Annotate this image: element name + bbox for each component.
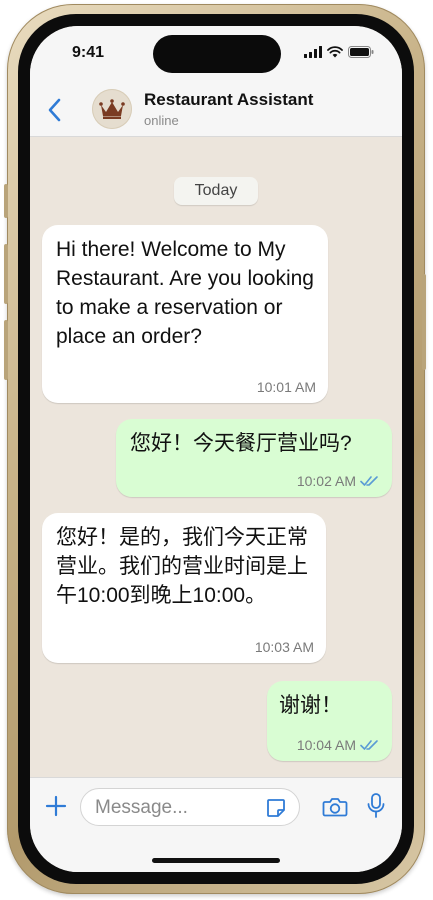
- message-text: 您好！是的，我们今天正常营业。我们的营业时间是上午10:00到晚上10:00。: [56, 526, 308, 607]
- message-time: 10:03 AM: [254, 639, 314, 655]
- status-icons: [304, 46, 374, 58]
- message-meta: 10:01 AM: [257, 379, 316, 395]
- camera-icon[interactable]: [322, 795, 348, 819]
- volume-up-button: [4, 244, 8, 304]
- home-indicator: [152, 858, 280, 863]
- message-field[interactable]: [80, 788, 300, 827]
- plus-icon[interactable]: [44, 794, 68, 818]
- status-time: 9:41: [72, 44, 105, 61]
- back-button[interactable]: [40, 94, 68, 126]
- message-bubble-outgoing[interactable]: 您好！今天餐厅营业吗? 10:02 AM: [116, 419, 392, 497]
- message-meta: 10:03 AM: [255, 639, 314, 655]
- microphone-icon[interactable]: [366, 792, 386, 820]
- side-button: [4, 184, 8, 218]
- message-time: 10:02 AM: [296, 473, 356, 489]
- wifi-icon: [327, 46, 343, 58]
- contact-status: online: [144, 113, 179, 128]
- chat-header: 9:41 Restaurant Assistant online: [30, 26, 402, 137]
- message-text: 谢谢！: [279, 694, 342, 717]
- phone-screen: 9:41 Restaurant Assistant online Today H…: [30, 26, 402, 872]
- message-time: 10:04 AM: [296, 737, 356, 753]
- message-bubble-incoming[interactable]: Hi there! Welcome to My Restaurant. Are …: [42, 225, 328, 403]
- chat-area[interactable]: Today Hi there! Welcome to My Restaurant…: [30, 137, 402, 777]
- dynamic-island: [153, 35, 281, 73]
- message-meta: 10:04 AM: [297, 737, 380, 753]
- volume-down-button: [4, 320, 8, 380]
- double-check-icon: [360, 476, 378, 486]
- date-chip: Today: [174, 177, 258, 205]
- double-check-icon: [360, 740, 378, 750]
- message-meta: 10:02 AM: [297, 473, 380, 489]
- contact-name[interactable]: Restaurant Assistant: [144, 90, 313, 110]
- message-time: 10:01 AM: [256, 379, 316, 395]
- crown-icon: [99, 99, 125, 119]
- avatar[interactable]: [92, 89, 132, 129]
- message-bubble-incoming[interactable]: 您好！是的，我们今天正常营业。我们的营业时间是上午10:00到晚上10:00。 …: [42, 513, 326, 663]
- message-text: 您好！今天餐厅营业吗?: [130, 432, 352, 455]
- power-button: [422, 274, 426, 370]
- chevron-left-icon: [48, 98, 61, 122]
- sticker-icon[interactable]: [265, 797, 287, 819]
- signal-icon: [304, 46, 322, 58]
- message-text: Hi there! Welcome to My Restaurant. Are …: [56, 238, 314, 348]
- message-input-bar: [30, 777, 402, 872]
- message-bubble-outgoing[interactable]: 谢谢！ 10:04 AM: [267, 681, 392, 761]
- message-input[interactable]: [93, 789, 257, 827]
- battery-icon: [348, 46, 374, 58]
